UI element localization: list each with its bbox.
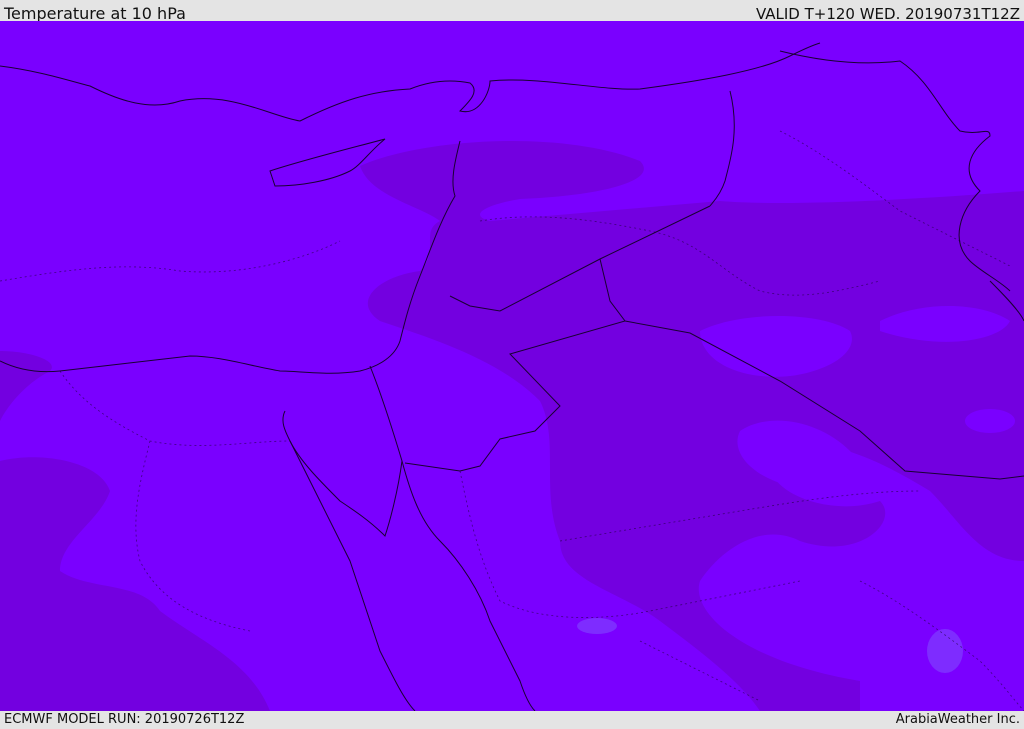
brand-label: ArabiaWeather Inc.: [895, 712, 1020, 727]
temperature-field: [0, 21, 1024, 711]
model-run-label: ECMWF MODEL RUN: 20190726T12Z: [4, 712, 245, 727]
field-spot-3: [965, 409, 1015, 433]
footer-bar: ECMWF MODEL RUN: 20190726T12Z ArabiaWeat…: [0, 711, 1024, 729]
field-spot-1: [927, 629, 963, 673]
header-bar: Temperature at 10 hPa VALID T+120 WED. 2…: [0, 0, 1024, 23]
field-spot-2: [577, 618, 617, 634]
weather-map[interactable]: [0, 21, 1024, 711]
